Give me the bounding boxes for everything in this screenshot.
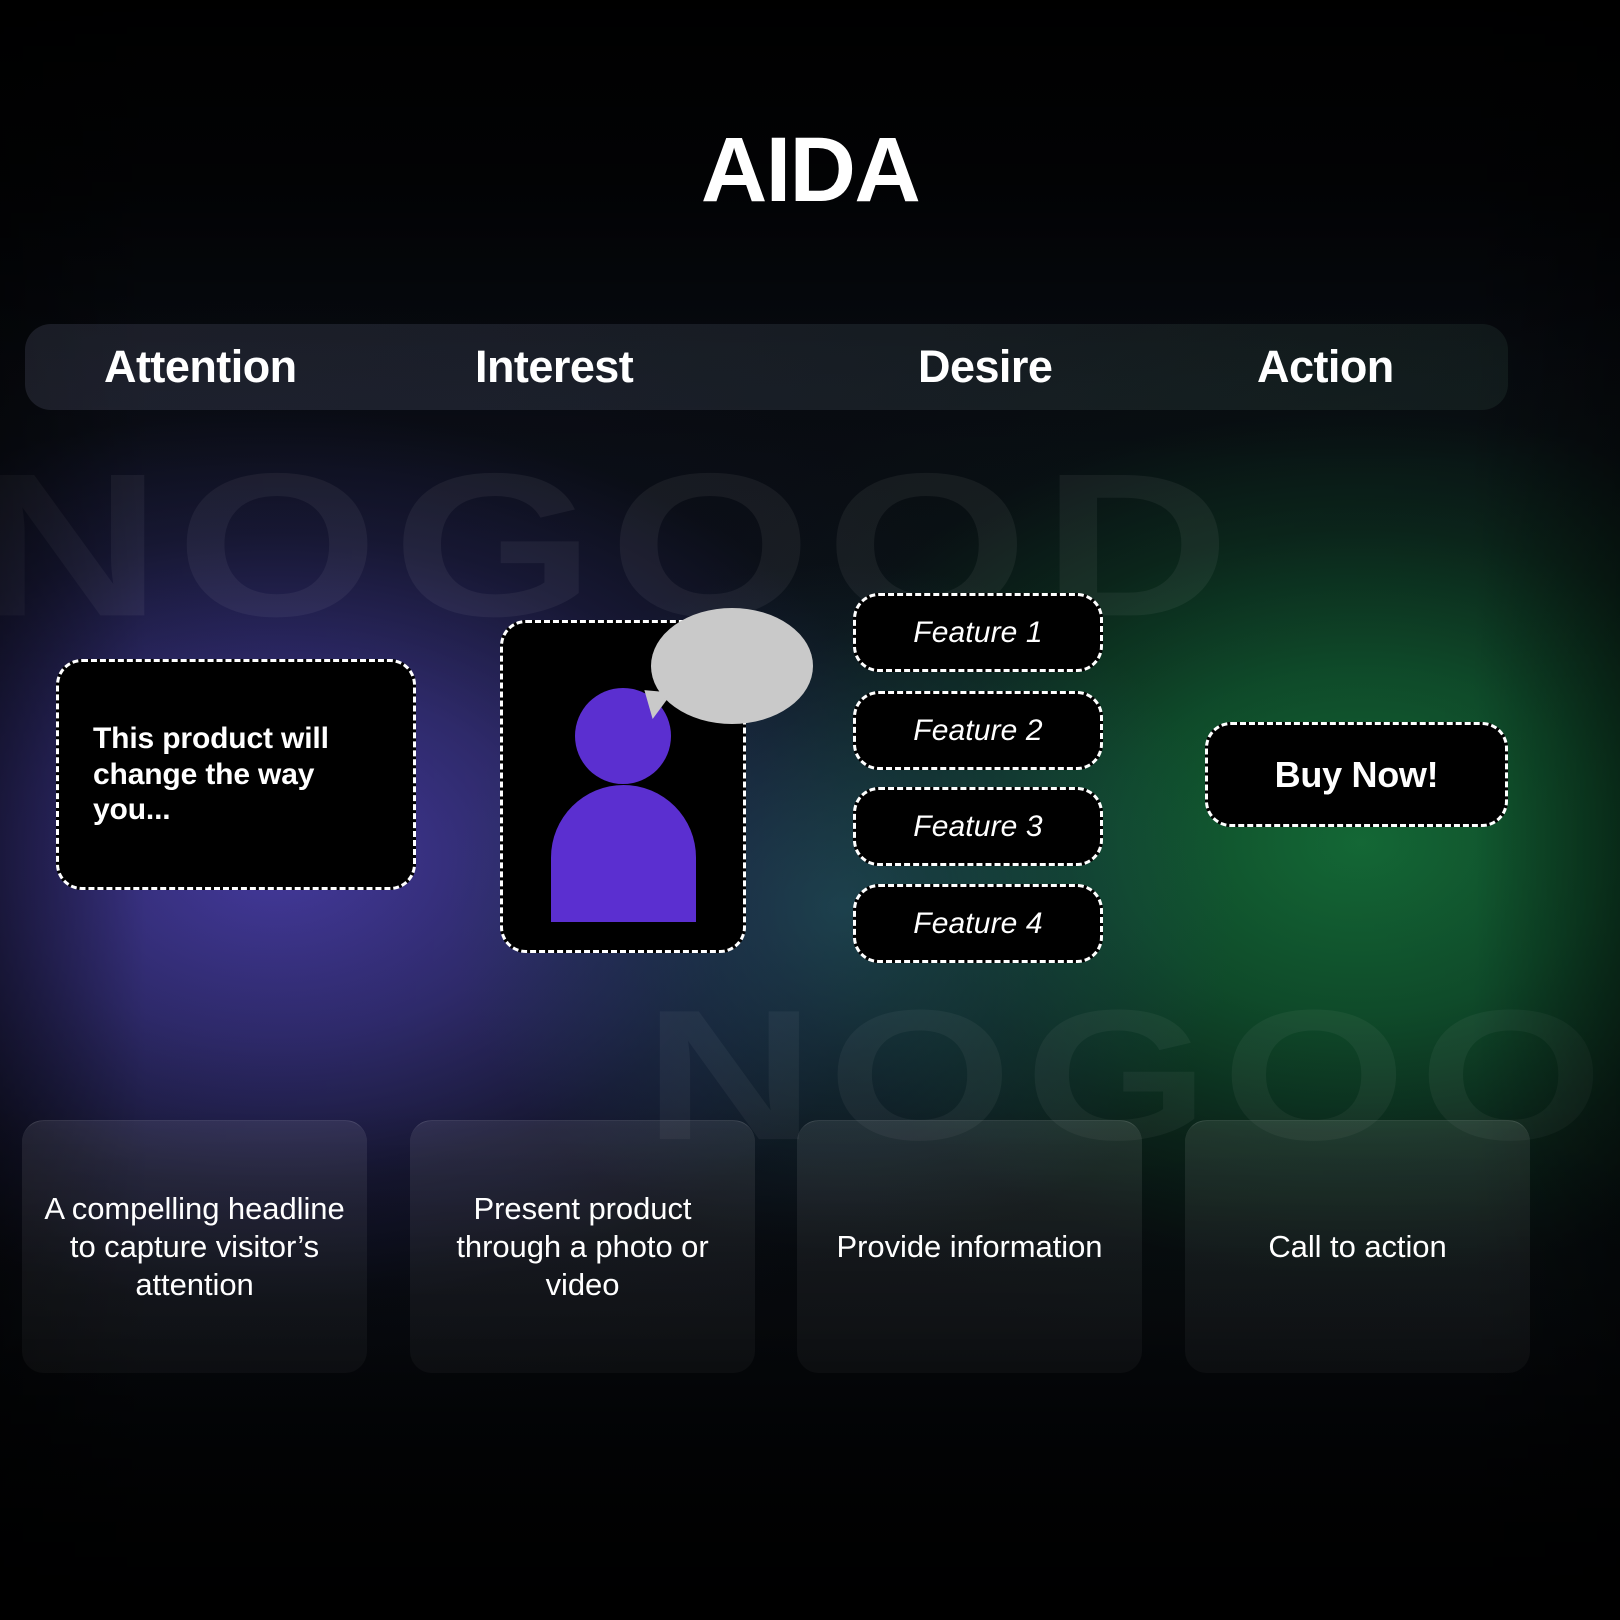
infographic-canvas: NOGOOD NOGOOD AIDA Attention Interest De… — [0, 0, 1620, 1620]
description-text: Call to action — [1268, 1229, 1447, 1265]
feature-pill[interactable]: Feature 3 — [853, 787, 1103, 866]
feature-label: Feature 2 — [913, 713, 1043, 747]
page-title: AIDA — [700, 119, 921, 221]
buy-now-label: Buy Now! — [1274, 753, 1439, 795]
attention-headline-text: This product will change the way you... — [93, 722, 329, 827]
stage-header-bar: Attention Interest Desire Action — [25, 324, 1508, 410]
description-card-desire: Provide information — [797, 1120, 1142, 1373]
person-body-icon — [551, 785, 696, 922]
description-card-interest: Present product through a photo or video — [410, 1120, 755, 1373]
feature-label: Feature 4 — [913, 906, 1043, 940]
speech-bubble-icon — [651, 608, 813, 724]
feature-pill[interactable]: Feature 1 — [853, 593, 1103, 672]
stage-label-desire[interactable]: Desire — [918, 341, 1053, 393]
stage-label-attention[interactable]: Attention — [104, 341, 297, 393]
description-card-action: Call to action — [1185, 1120, 1530, 1373]
feature-label: Feature 1 — [913, 615, 1043, 649]
feature-pill[interactable]: Feature 2 — [853, 691, 1103, 770]
description-text: Present product through a photo or video — [456, 1191, 709, 1302]
buy-now-button[interactable]: Buy Now! — [1205, 722, 1508, 827]
feature-pill[interactable]: Feature 4 — [853, 884, 1103, 963]
description-text: A compelling headline to capture visitor… — [44, 1191, 345, 1302]
stage-label-action[interactable]: Action — [1257, 341, 1394, 393]
stage-label-interest[interactable]: Interest — [475, 341, 634, 393]
attention-headline-card[interactable]: This product will change the way you... — [56, 659, 416, 890]
description-card-attention: A compelling headline to capture visitor… — [22, 1120, 367, 1373]
feature-label: Feature 3 — [913, 809, 1043, 843]
description-text: Provide information — [836, 1229, 1103, 1265]
